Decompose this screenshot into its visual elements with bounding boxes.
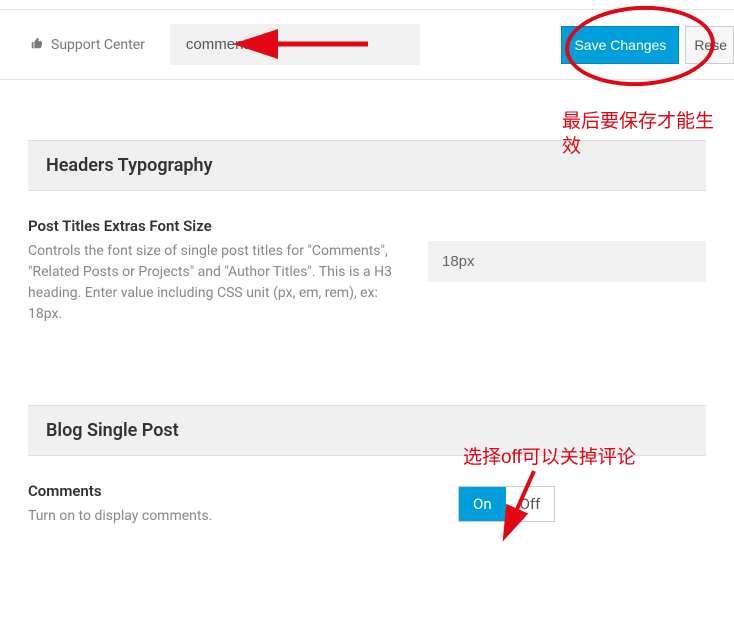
reset-button[interactable]: Rese	[685, 26, 734, 64]
section-blog-single-post: Blog Single Post	[28, 405, 706, 456]
save-changes-button[interactable]: Save Changes	[561, 26, 679, 64]
setting-title: Post Titles Extras Font Size	[28, 217, 408, 235]
setting-comments: Comments Turn on to display comments. On…	[28, 456, 706, 527]
font-size-input[interactable]	[428, 241, 706, 282]
setting-desc: Turn on to display comments.	[28, 506, 438, 527]
search-input[interactable]	[170, 24, 420, 65]
setting-post-titles-font-size: Post Titles Extras Font Size Controls th…	[28, 191, 706, 325]
support-center-link[interactable]: Support Center	[30, 36, 145, 54]
thumbs-up-icon	[30, 36, 44, 54]
support-center-label: Support Center	[51, 37, 145, 53]
comments-toggle: On Off	[458, 486, 555, 522]
section-headers-typography: Headers Typography	[28, 140, 706, 191]
header-bar: Support Center Save Changes Rese	[0, 10, 734, 80]
setting-desc: Controls the font size of single post ti…	[28, 241, 408, 325]
setting-title: Comments	[28, 482, 438, 500]
comments-toggle-off[interactable]: Off	[506, 487, 555, 521]
comments-toggle-on[interactable]: On	[459, 487, 506, 521]
